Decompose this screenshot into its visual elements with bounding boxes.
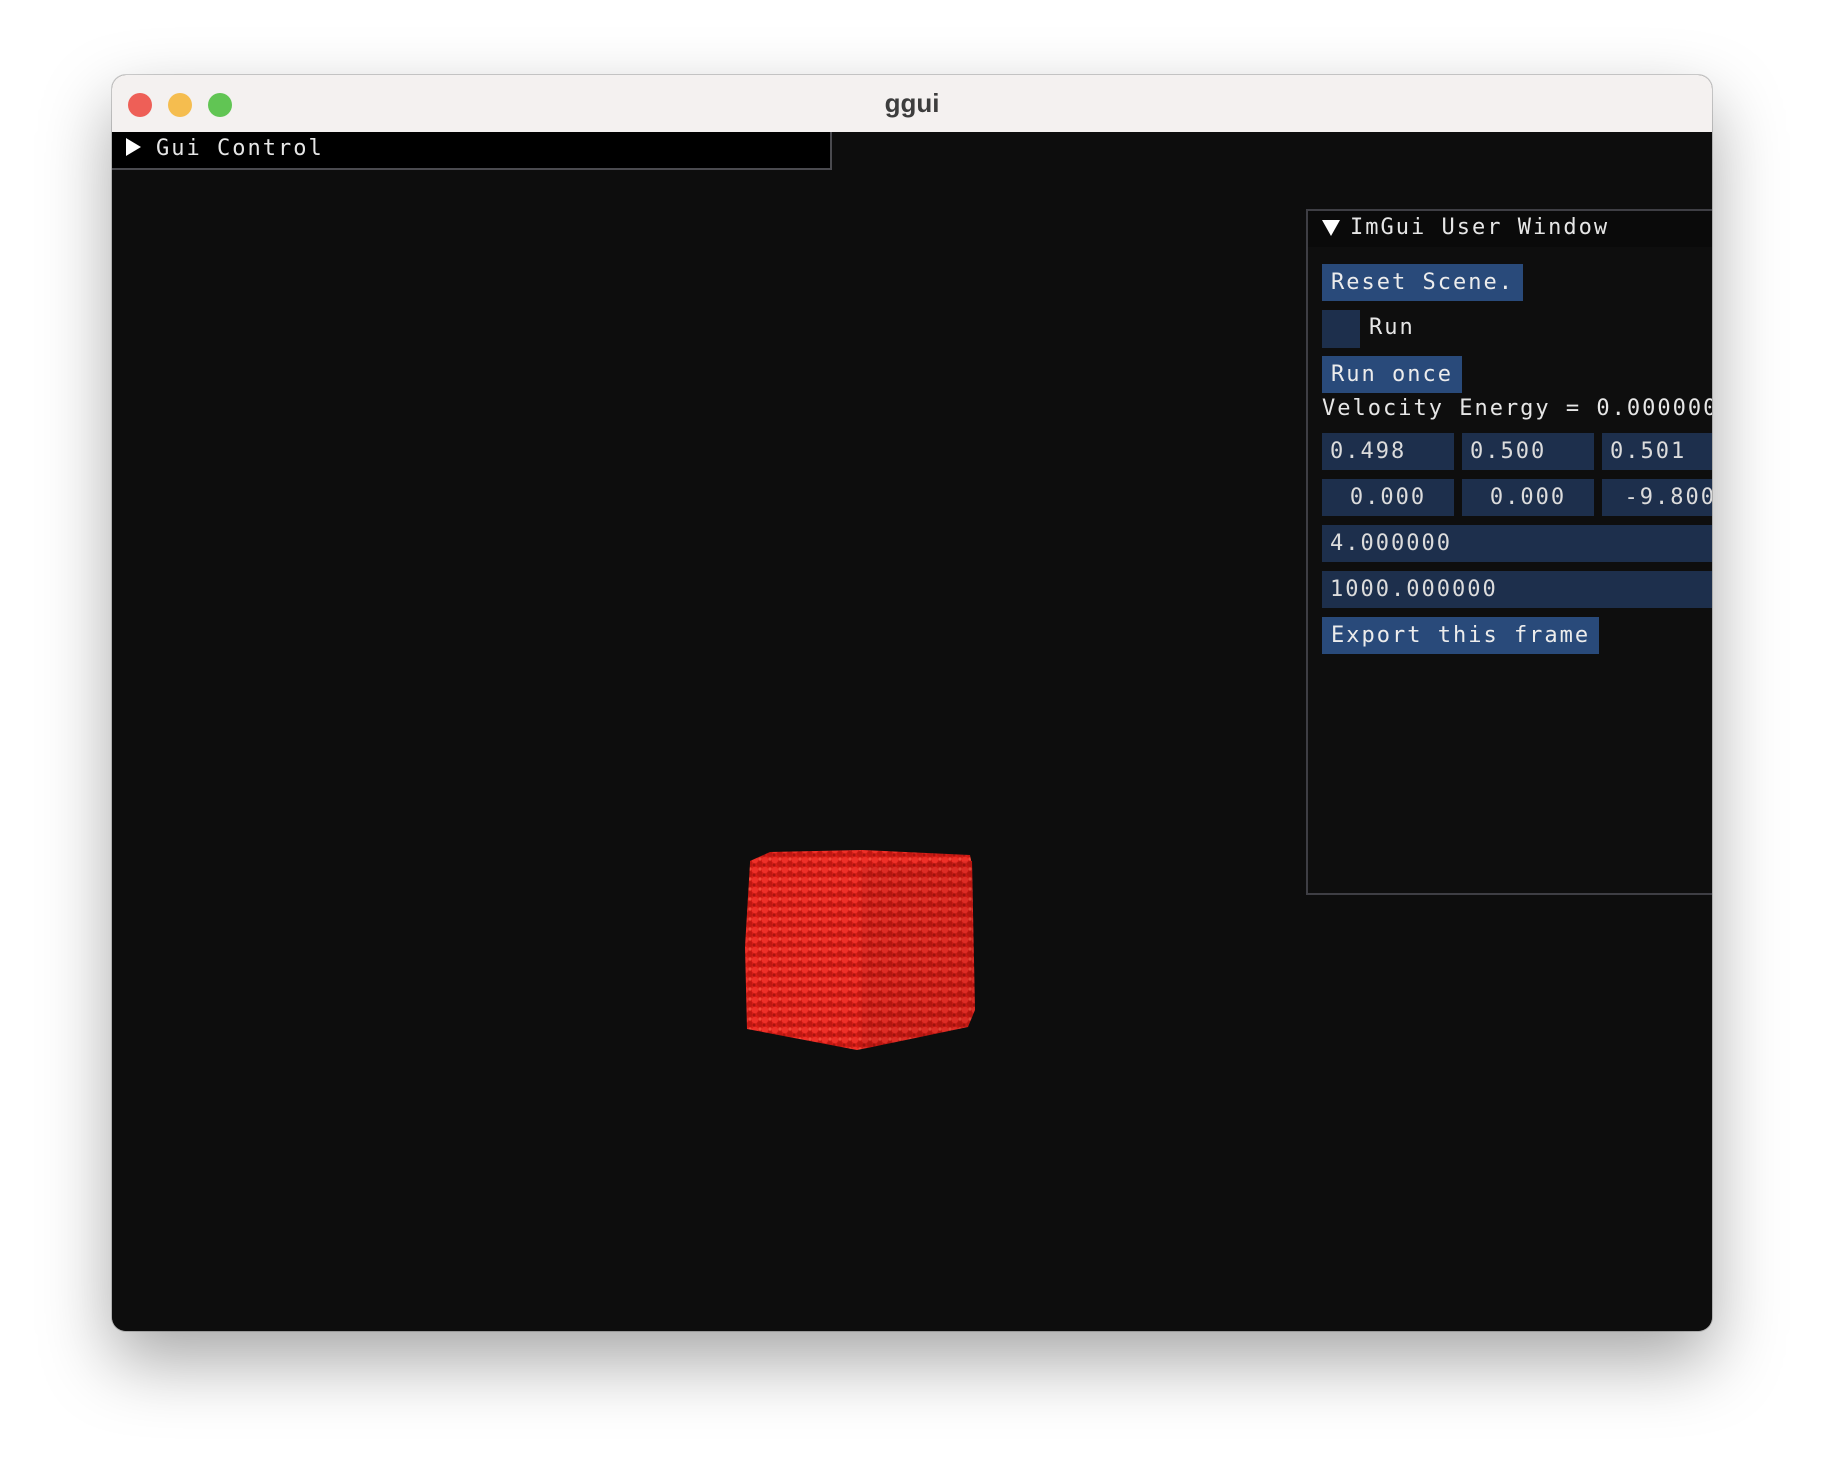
expand-arrow-icon[interactable] [1322, 220, 1340, 236]
reset-scene-button[interactable]: Reset Scene. [1322, 264, 1523, 301]
cube-shade [862, 861, 975, 1049]
window-title: ggui [884, 88, 940, 118]
gui-control-title[interactable]: Gui Control [156, 136, 324, 161]
gui-control-panel[interactable]: Gui Control [112, 132, 832, 170]
gravity-field-z[interactable]: -9.800 [1602, 479, 1712, 516]
app-window: ggui Gui Control ImGui User Window Reset… [112, 75, 1712, 1331]
render-canvas[interactable]: Gui Control ImGui User Window Reset Scen… [112, 132, 1712, 1331]
vector-field-y[interactable]: 0.500 [1462, 433, 1594, 470]
gravity-field-y[interactable]: 0.000 [1462, 479, 1594, 516]
float-field-2[interactable]: 1000.000000 [1322, 571, 1712, 608]
user-window-title: ImGui User Window [1350, 215, 1610, 240]
run-checkbox-label: Run [1369, 315, 1415, 340]
vector-field-z[interactable]: 0.501 [1602, 433, 1712, 470]
gravity-field-x[interactable]: 0.000 [1322, 479, 1454, 516]
collapse-arrow-icon[interactable] [126, 138, 141, 156]
user-window[interactable]: ImGui User Window Reset Scene. Run Run o… [1306, 209, 1712, 895]
run-checkbox[interactable] [1322, 310, 1360, 348]
float-field-1[interactable]: 4.000000 [1322, 525, 1712, 562]
title-bar: ggui [112, 75, 1712, 133]
user-window-titlebar[interactable]: ImGui User Window [1308, 211, 1712, 247]
export-frame-button[interactable]: Export this frame [1322, 617, 1600, 654]
velocity-energy-text: Velocity Energy = 0.000000, [1322, 396, 1712, 421]
particle-cube [745, 850, 975, 1050]
vector-field-x[interactable]: 0.498 [1322, 433, 1454, 470]
run-once-button[interactable]: Run once [1322, 356, 1462, 393]
